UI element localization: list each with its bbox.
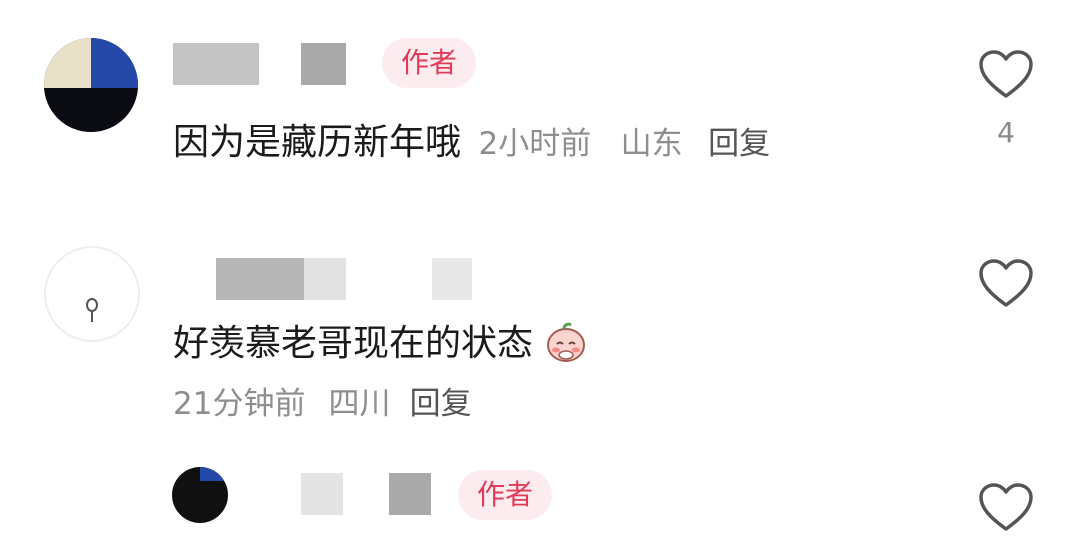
author-badge: 作者 bbox=[458, 470, 552, 520]
comment-meta-line: 21分钟前 四川 回复 bbox=[173, 378, 472, 423]
reply-button[interactable]: 回复 bbox=[708, 126, 770, 162]
comment-location: 四川 bbox=[328, 386, 391, 422]
comment-time: 2小时前 bbox=[478, 126, 592, 162]
avatar[interactable] bbox=[172, 467, 228, 523]
avatar[interactable] bbox=[44, 38, 138, 132]
reply-button[interactable]: 回复 bbox=[410, 386, 472, 422]
comment-text-line: 好羡慕老哥现在的状态 bbox=[173, 314, 588, 366]
author-badge: 作者 bbox=[382, 38, 476, 88]
comment-time: 21分钟前 bbox=[173, 386, 306, 422]
comment-location: 山东 bbox=[620, 126, 683, 162]
heart-outline-icon[interactable] bbox=[978, 50, 1034, 100]
heart-outline-icon[interactable] bbox=[978, 483, 1034, 533]
heart-outline-icon[interactable] bbox=[978, 259, 1034, 309]
like-count: 4 bbox=[997, 116, 1015, 149]
avatar[interactable] bbox=[44, 246, 140, 342]
comment-text: 好羡慕老哥现在的状态 bbox=[173, 323, 534, 364]
comment-text: 因为是藏历新年哦 bbox=[173, 122, 462, 163]
blushing-peach-emoji-icon bbox=[544, 319, 588, 363]
comment-text-line: 因为是藏历新年哦 2小时前 山东 回复 bbox=[173, 113, 770, 165]
